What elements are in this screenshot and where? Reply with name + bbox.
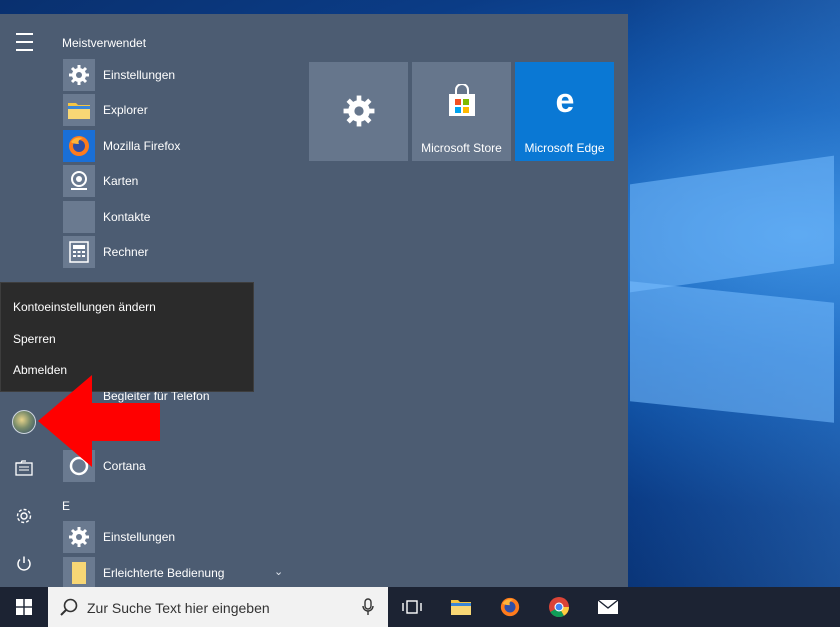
mail-taskbar-button[interactable]: [584, 587, 632, 627]
search-box[interactable]: Zur Suche Text hier eingeben: [48, 587, 388, 627]
search-icon: [60, 598, 78, 616]
search-placeholder: Zur Suche Text hier eingeben: [87, 600, 270, 616]
hamburger-menu-button[interactable]: [0, 24, 48, 60]
gear-icon: [63, 521, 95, 553]
task-view-button[interactable]: [388, 587, 436, 627]
app-item-firefox[interactable]: Mozilla Firefox: [63, 130, 293, 162]
app-label: Einstellungen: [103, 68, 176, 82]
gear-icon: [309, 94, 408, 128]
power-icon: [17, 556, 31, 571]
tile-microsoft-edge[interactable]: e Microsoft Edge: [515, 62, 614, 161]
windows-logo-pane: [630, 281, 834, 423]
tile-settings[interactable]: [309, 62, 408, 161]
app-label: Rechner: [103, 245, 149, 259]
app-label: Explorer: [103, 103, 148, 117]
app-item-explorer[interactable]: Explorer: [63, 94, 293, 126]
settings-button[interactable]: [0, 498, 48, 534]
red-arrow-annotation: [38, 375, 160, 467]
app-item-karten[interactable]: Karten: [63, 165, 293, 197]
chrome-icon: [549, 597, 570, 618]
start-button[interactable]: [0, 587, 48, 627]
firefox-icon: [500, 597, 520, 617]
store-icon: [412, 84, 511, 118]
taskbar: Zur Suche Text hier eingeben: [0, 587, 840, 627]
app-item-kontakte[interactable]: Kontakte: [63, 201, 293, 233]
maps-icon: [63, 165, 95, 197]
app-label: Erleichterte Bedienung: [103, 566, 225, 580]
app-label: Karten: [103, 174, 139, 188]
hamburger-icon-bar: [15, 49, 33, 51]
contacts-icon: [63, 201, 95, 233]
chevron-down-icon[interactable]: ⌄: [274, 565, 283, 578]
firefox-taskbar-button[interactable]: [486, 587, 534, 627]
edge-icon: e: [515, 84, 614, 118]
task-view-icon: [402, 600, 422, 614]
mail-icon: [597, 599, 619, 614]
app-item-einstellungen[interactable]: Einstellungen: [63, 59, 293, 91]
app-item-einstellungen-e[interactable]: Einstellungen: [63, 521, 293, 553]
windows-icon: [16, 599, 32, 615]
app-label: Kontakte: [103, 210, 151, 224]
folder-icon: [63, 94, 95, 126]
microphone-icon[interactable]: [362, 598, 374, 616]
documents-icon: [15, 460, 33, 476]
folder-icon: [63, 557, 95, 589]
app-item-erleichterte-bedienung[interactable]: Erleichterte Bedienung: [63, 557, 293, 589]
hamburger-icon-bar: [15, 41, 33, 43]
hamburger-icon: [15, 33, 33, 35]
tile-label: Microsoft Edge: [524, 141, 605, 155]
file-explorer-button[interactable]: [437, 587, 485, 627]
menu-item-lock[interactable]: Sperren: [13, 332, 56, 346]
file-explorer-icon: [451, 600, 471, 615]
menu-item-account-settings[interactable]: Kontoeinstellungen ändern: [13, 300, 156, 314]
firefox-icon: [63, 130, 95, 162]
gear-icon: [63, 59, 95, 91]
app-label: Mozilla Firefox: [103, 139, 181, 153]
app-item-rechner[interactable]: Rechner: [63, 236, 293, 268]
calculator-icon: [63, 236, 95, 268]
power-button[interactable]: [0, 546, 48, 582]
tile-microsoft-store[interactable]: Microsoft Store: [412, 62, 511, 161]
tile-label: Microsoft Store: [421, 141, 502, 155]
most-used-heading: Meistverwendet: [62, 36, 147, 50]
section-header-e[interactable]: E: [62, 499, 70, 513]
svg-text:e: e: [555, 84, 574, 118]
chrome-taskbar-button[interactable]: [535, 587, 583, 627]
avatar: [12, 410, 36, 434]
app-label: Einstellungen: [103, 530, 176, 544]
gear-icon: [16, 508, 32, 524]
